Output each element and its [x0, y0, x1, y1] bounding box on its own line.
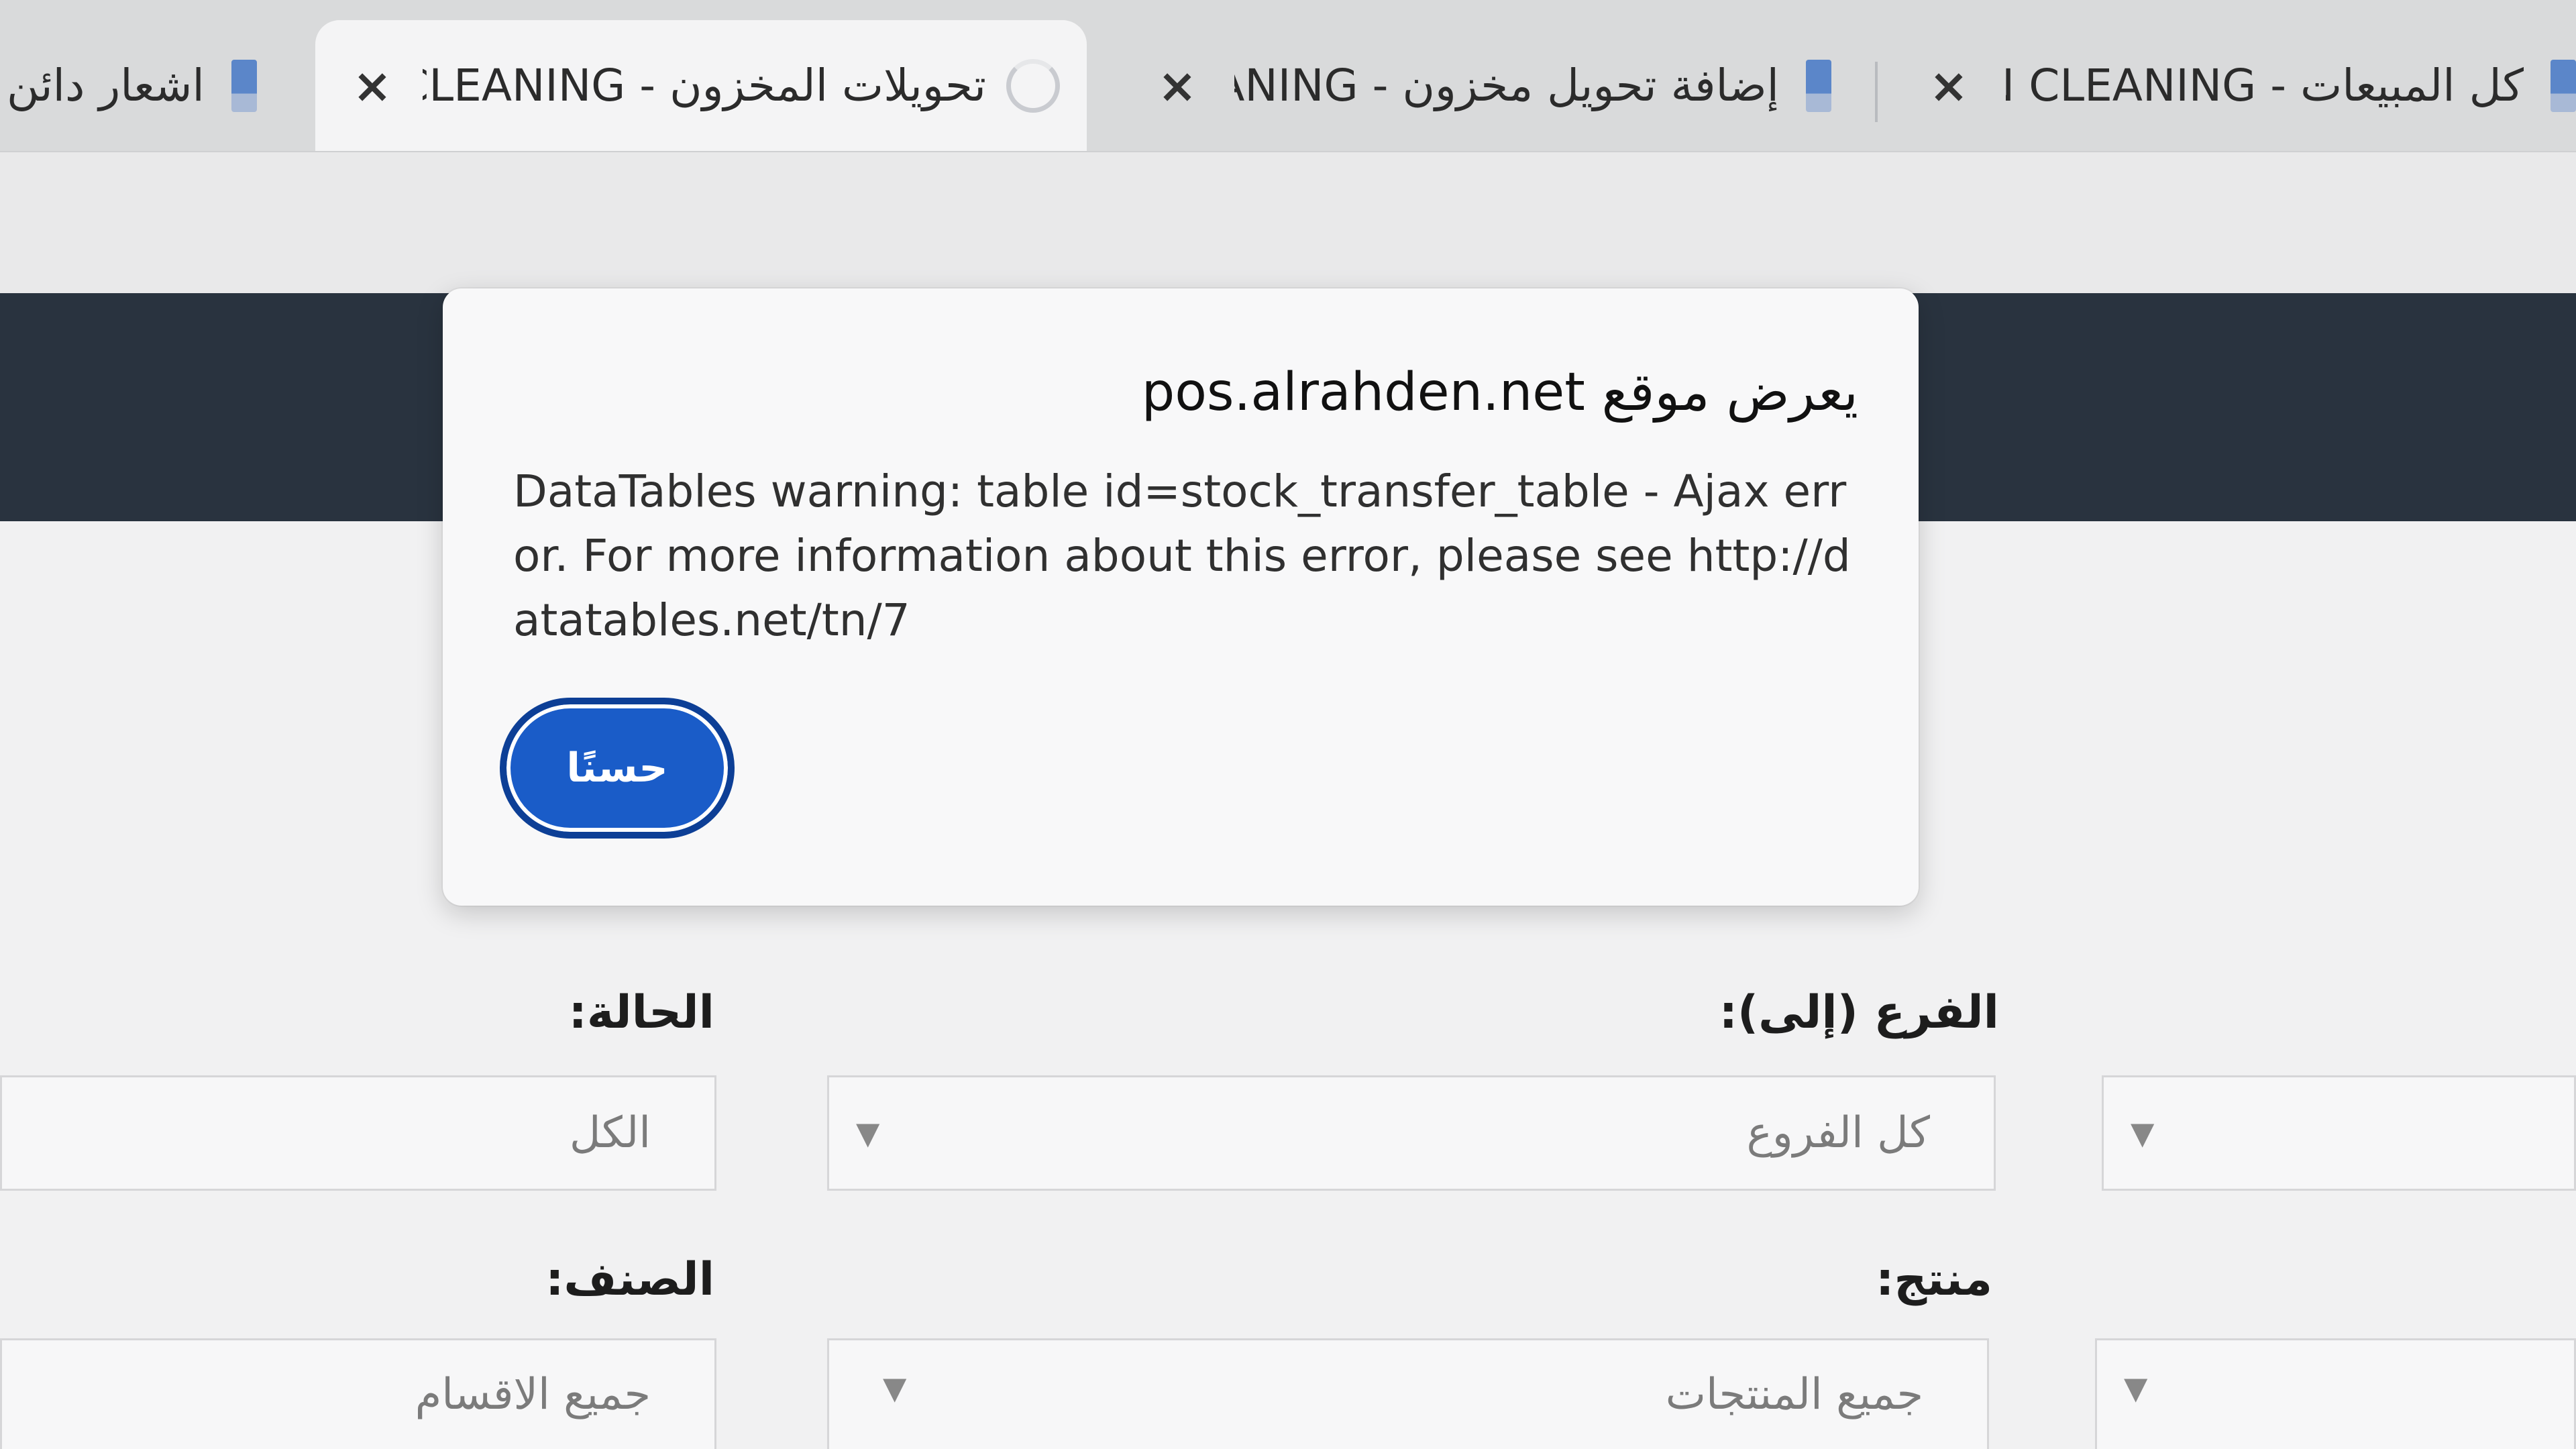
tab-stock-transfers[interactable]: × تحويلات المخزون - N CLEANING: [315, 20, 1087, 151]
tab-separator: [1875, 62, 1878, 122]
tab-title: إضافة تحويل مخزون - CLEANING: [1234, 60, 1779, 111]
close-tab-icon[interactable]: ×: [1147, 58, 1208, 113]
category-label: الصنف:: [545, 1253, 714, 1306]
tab-add-stock-transfer[interactable]: × إضافة تحويل مخزون - CLEANING: [1127, 20, 1851, 151]
tab-title: تحويلات المخزون - N CLEANING: [423, 60, 986, 111]
dialog-title: يعرض موقع pos.alrahden.net: [1141, 362, 1858, 423]
dialog-message: DataTables warning: table id=stock_trans…: [513, 466, 1851, 646]
category-dropdown-toggle[interactable]: ▼ جميع المنتجات: [827, 1338, 1989, 1449]
page-icon: [1806, 59, 1831, 112]
tab-strip: اشعار دائن × تحويلات المخزون - N CLEANIN…: [0, 0, 2576, 152]
browser-window: اشعار دائن × تحويلات المخزون - N CLEANIN…: [0, 0, 2576, 1449]
chevron-down-icon: ▼: [883, 1370, 907, 1406]
status-value: الكل: [569, 1108, 651, 1158]
tab-all-sales[interactable]: × كل المبيعات - HDEN CLEANING: [1905, 20, 2576, 151]
chevron-down-icon: ▼: [2131, 1115, 2155, 1151]
tab-title: كل المبيعات - HDEN CLEANING: [2006, 60, 2524, 111]
chevron-down-icon: ▼: [2124, 1370, 2148, 1406]
status-select[interactable]: الكل: [0, 1075, 716, 1191]
category-value: جميع الاقسام: [415, 1370, 651, 1419]
category-select[interactable]: جميع الاقسام: [0, 1338, 716, 1449]
ok-button[interactable]: حسنًا: [500, 698, 735, 839]
status-dropdown-toggle[interactable]: ▼ كل الفروع: [827, 1075, 1996, 1191]
tab-credit-note[interactable]: اشعار دائن: [0, 20, 288, 151]
page-icon: [2551, 59, 2576, 112]
close-tab-icon[interactable]: ×: [1919, 58, 1979, 113]
product-value: جميع المنتجات: [1665, 1370, 1923, 1419]
product-dropdown-toggle[interactable]: ▼: [2095, 1338, 2576, 1449]
branch-to-label: الفرع (إلى):: [1719, 986, 1999, 1039]
loading-spinner-icon: [1006, 58, 1060, 113]
page-icon: [231, 59, 257, 112]
alert-dialog: يعرض موقع pos.alrahden.net DataTables wa…: [443, 288, 1919, 906]
product-label: منتج:: [1876, 1253, 1992, 1306]
tab-title: اشعار دائن: [7, 60, 205, 111]
branch-to-dropdown-toggle[interactable]: ▼: [2102, 1075, 2576, 1191]
status-label: الحالة:: [568, 986, 714, 1039]
close-tab-icon[interactable]: ×: [342, 58, 402, 113]
page-top-area: [0, 152, 2576, 293]
chevron-down-icon: ▼: [856, 1115, 880, 1151]
branch-to-value: كل الفروع: [1746, 1108, 1930, 1158]
